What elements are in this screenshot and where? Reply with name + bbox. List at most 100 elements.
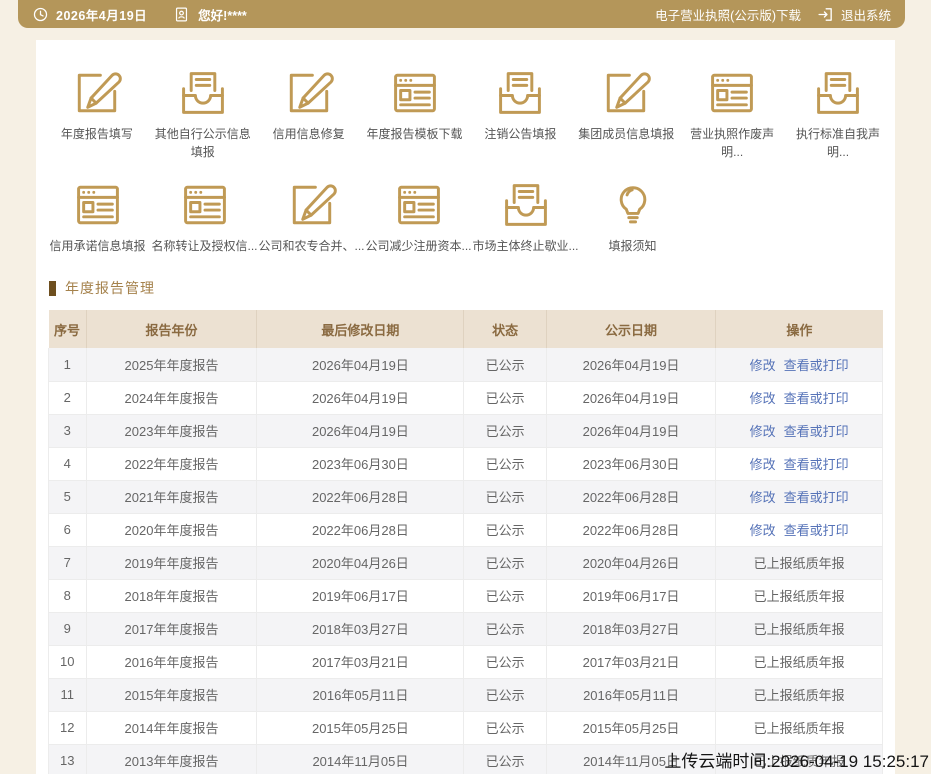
shortcut-label: 营业执照作废声明... — [679, 125, 785, 161]
table-row: 62020年年度报告2022年06月28日已公示2022年06月28日修改查看或… — [49, 513, 883, 546]
view-or-print-link[interactable]: 查看或打印 — [784, 358, 849, 373]
topbar-right: 电子营业执照(公示版)下载 退出系统 — [655, 5, 905, 24]
top-bar: 2026年4月19日 您好!**** 电子营业执照(公示版)下载 退出系统 — [18, 0, 905, 28]
user-greeting: 您好!**** — [198, 5, 247, 24]
shortcut-label: 年度报告模板下载 — [367, 125, 463, 143]
shortcut-item[interactable]: 营业执照作废声明... — [679, 66, 785, 161]
shortcut-item[interactable]: 执行标准自我声明... — [785, 66, 891, 161]
cell-actions: 已上报纸质年报 — [716, 579, 883, 612]
column-header: 状态 — [464, 310, 547, 348]
modify-link[interactable]: 修改 — [750, 391, 776, 406]
cell-modified-date: 2014年11月05日 — [257, 744, 464, 774]
modify-link[interactable]: 修改 — [750, 490, 776, 505]
cell-actions: 修改查看或打印 — [716, 480, 883, 513]
cell-status: 已公示 — [464, 744, 547, 774]
cell-status: 已公示 — [464, 480, 547, 513]
cell-actions: 已上报纸质年报 — [716, 645, 883, 678]
cell-status: 已公示 — [464, 381, 547, 414]
license-download-link[interactable]: 电子营业执照(公示版)下载 — [655, 5, 801, 24]
shortcut-item[interactable]: 市场主体终止歇业... — [472, 178, 579, 255]
shortcut-label: 年度报告填写 — [61, 125, 133, 143]
modify-link[interactable]: 修改 — [750, 457, 776, 472]
shortcut-item[interactable]: 注销公告填报 — [468, 66, 574, 143]
table-row: 122014年年度报告2015年05月25日已公示2015年05月25日已上报纸… — [49, 711, 883, 744]
paper-annual-report-status: 已上报纸质年报 — [754, 556, 845, 571]
form-icon — [71, 178, 125, 232]
modify-link[interactable]: 修改 — [750, 424, 776, 439]
view-or-print-link[interactable]: 查看或打印 — [784, 490, 849, 505]
cell-modified-date: 2019年06月17日 — [257, 579, 464, 612]
cell-modified-date: 2017年03月21日 — [257, 645, 464, 678]
page-root: 2026年4月19日 您好!**** 电子营业执照(公示版)下载 退出系统 年度… — [0, 0, 931, 774]
cell-modified-date: 2015年05月25日 — [257, 711, 464, 744]
cell-serial: 11 — [49, 678, 87, 711]
shortcut-item[interactable]: 年度报告填写 — [44, 66, 150, 143]
cell-actions: 已上报纸质年报 — [716, 711, 883, 744]
cell-actions: 已上报纸质年报 — [716, 612, 883, 645]
column-header: 序号 — [49, 310, 87, 348]
cell-publish-date: 2019年06月17日 — [546, 579, 715, 612]
logout-link[interactable]: 退出系统 — [841, 5, 891, 24]
cell-modified-date: 2023年06月30日 — [257, 447, 464, 480]
cell-serial: 4 — [49, 447, 87, 480]
paper-annual-report-status: 已上报纸质年报 — [754, 721, 845, 736]
id-badge-icon — [173, 6, 190, 23]
cell-status: 已公示 — [464, 645, 547, 678]
table-row: 12025年年度报告2026年04月19日已公示2026年04月19日修改查看或… — [49, 348, 883, 381]
shortcut-item[interactable]: 名称转让及授权信... — [151, 178, 258, 255]
shortcut-item[interactable]: 填报须知 — [579, 178, 686, 255]
shortcut-label: 公司和农专合并、... — [259, 237, 365, 255]
view-or-print-link[interactable]: 查看或打印 — [784, 457, 849, 472]
column-header: 最后修改日期 — [257, 310, 464, 348]
inbox-icon — [176, 66, 230, 120]
cell-serial: 6 — [49, 513, 87, 546]
table-row: 42022年年度报告2023年06月30日已公示2023年06月30日修改查看或… — [49, 447, 883, 480]
inbox-icon — [811, 66, 865, 120]
modify-link[interactable]: 修改 — [750, 523, 776, 538]
shortcut-row: 年度报告填写其他自行公示信息填报信用信息修复年度报告模板下载注销公告填报集团成员… — [44, 66, 891, 161]
upload-time-overlay: 上传云端时间:2026-04-19 15:25:17 — [664, 747, 929, 772]
shortcut-label: 其他自行公示信息填报 — [150, 125, 256, 161]
cell-report-year: 2013年年度报告 — [86, 744, 257, 774]
shortcut-item[interactable]: 其他自行公示信息填报 — [150, 66, 256, 161]
shortcut-item[interactable]: 公司减少注册资本... — [365, 178, 472, 255]
inbox-icon — [493, 66, 547, 120]
form-icon — [388, 66, 442, 120]
cell-status: 已公示 — [464, 579, 547, 612]
cell-actions: 修改查看或打印 — [716, 348, 883, 381]
view-or-print-link[interactable]: 查看或打印 — [784, 424, 849, 439]
cell-serial: 12 — [49, 711, 87, 744]
shortcut-item[interactable]: 集团成员信息填报 — [573, 66, 679, 143]
cell-publish-date: 2022年06月28日 — [546, 513, 715, 546]
cell-modified-date: 2026年04月19日 — [257, 381, 464, 414]
table-row: 32023年年度报告2026年04月19日已公示2026年04月19日修改查看或… — [49, 414, 883, 447]
cell-actions: 已上报纸质年报 — [716, 546, 883, 579]
edit-icon — [282, 66, 336, 120]
column-header: 公示日期 — [546, 310, 715, 348]
shortcut-item[interactable]: 信用承诺信息填报 — [44, 178, 151, 255]
shortcut-item[interactable]: 公司和农专合并、... — [258, 178, 365, 255]
table-row: 92017年年度报告2018年03月27日已公示2018年03月27日已上报纸质… — [49, 612, 883, 645]
table-row: 52021年年度报告2022年06月28日已公示2022年06月28日修改查看或… — [49, 480, 883, 513]
modify-link[interactable]: 修改 — [750, 358, 776, 373]
shortcut-item[interactable]: 信用信息修复 — [256, 66, 362, 143]
cell-serial: 7 — [49, 546, 87, 579]
paper-annual-report-status: 已上报纸质年报 — [754, 622, 845, 637]
cell-publish-date: 2022年06月28日 — [546, 480, 715, 513]
cell-report-year: 2020年年度报告 — [86, 513, 257, 546]
table-row: 82018年年度报告2019年06月17日已公示2019年06月17日已上报纸质… — [49, 579, 883, 612]
cell-publish-date: 2020年04月26日 — [546, 546, 715, 579]
cell-report-year: 2022年年度报告 — [86, 447, 257, 480]
cell-modified-date: 2026年04月19日 — [257, 348, 464, 381]
cell-report-year: 2019年年度报告 — [86, 546, 257, 579]
inbox-icon — [499, 178, 553, 232]
view-or-print-link[interactable]: 查看或打印 — [784, 391, 849, 406]
paper-annual-report-status: 已上报纸质年报 — [754, 589, 845, 604]
cell-status: 已公示 — [464, 612, 547, 645]
current-date: 2026年4月19日 — [56, 5, 147, 24]
view-or-print-link[interactable]: 查看或打印 — [784, 523, 849, 538]
topbar-left: 2026年4月19日 您好!**** — [18, 5, 247, 24]
cell-serial: 1 — [49, 348, 87, 381]
shortcut-item[interactable]: 年度报告模板下载 — [362, 66, 468, 143]
cell-report-year: 2014年年度报告 — [86, 711, 257, 744]
